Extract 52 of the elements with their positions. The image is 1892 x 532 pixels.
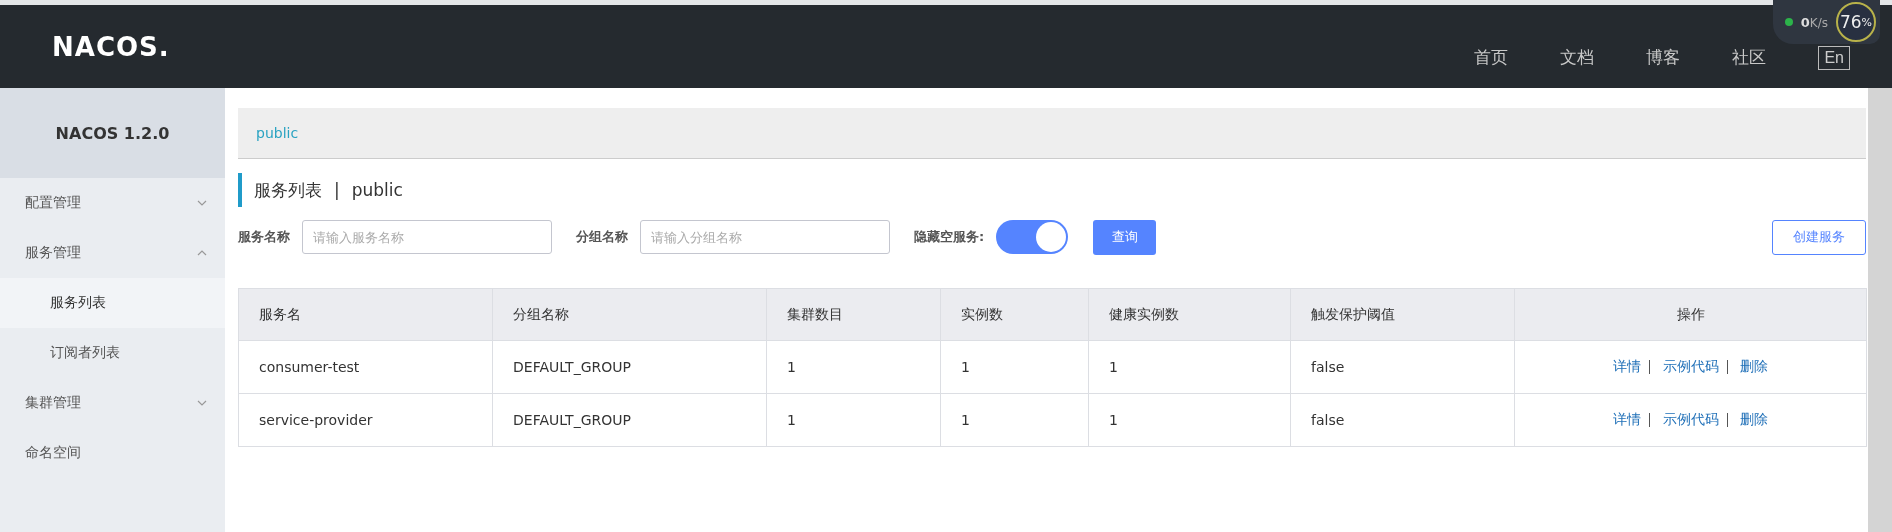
action-link[interactable]: 详情	[1613, 411, 1642, 427]
create-service-button[interactable]: 创建服务	[1772, 219, 1866, 255]
column-header: 分组名称	[492, 288, 767, 341]
gauge-text: 76%	[1836, 2, 1876, 42]
table-cell: 1	[1088, 393, 1291, 447]
sidebar-title: NACOS 1.2.0	[0, 88, 225, 178]
nav-link[interactable]: 文档	[1534, 46, 1621, 69]
column-header: 健康实例数	[1088, 288, 1291, 341]
chevron-down-icon	[197, 400, 207, 406]
table-cell: 1	[940, 340, 1089, 394]
table-cell: service-provider	[238, 393, 493, 447]
table-cell: 1	[766, 340, 941, 394]
nav-link[interactable]: 博客	[1620, 46, 1707, 69]
table-cell: false	[1290, 340, 1515, 394]
action-link[interactable]: 示例代码	[1662, 411, 1719, 427]
column-header: 集群数目	[766, 288, 941, 341]
column-header: 实例数	[940, 288, 1089, 341]
action-link[interactable]: 示例代码	[1662, 358, 1719, 374]
field-label: 分组名称	[576, 228, 628, 246]
table-cell: DEFAULT_GROUP	[492, 393, 767, 447]
group-name-field[interactable]: 请输入分组名称	[640, 220, 890, 254]
table-cell: DEFAULT_GROUP	[492, 340, 767, 394]
service-name-field[interactable]: 请输入服务名称	[302, 220, 552, 254]
sidebar-item[interactable]: 配置管理	[0, 178, 225, 228]
sidebar-item[interactable]: 服务管理	[0, 228, 225, 278]
table-cell: 1	[940, 393, 1089, 447]
sidebar-subitem[interactable]: 订阅者列表	[0, 328, 225, 378]
table-cell: 1	[766, 393, 941, 447]
table-cell: consumer-test	[238, 340, 493, 394]
sidebar-item[interactable]: 命名空间	[0, 428, 225, 478]
query-button[interactable]: 查询	[1093, 219, 1157, 255]
language-button[interactable]: En	[1818, 45, 1850, 70]
switch-label: 隐藏空服务:	[914, 228, 985, 246]
nav-link[interactable]: 首页	[1448, 46, 1535, 69]
column-header: 服务名	[238, 288, 493, 341]
table-cell: false	[1290, 393, 1515, 447]
toggle-switch[interactable]	[996, 220, 1069, 254]
sidebar-item[interactable]: 集群管理	[0, 378, 225, 428]
logo[interactable]: NACOS.	[52, 31, 170, 62]
chevron-down-icon	[197, 200, 207, 206]
action-link[interactable]: 删除	[1739, 411, 1768, 427]
chevron-up-icon	[197, 250, 207, 256]
field-label: 服务名称	[238, 228, 290, 246]
table-cell: 1	[1088, 340, 1291, 394]
scrollbar[interactable]	[1868, 88, 1892, 532]
action-link[interactable]: 删除	[1739, 358, 1768, 374]
nav-link[interactable]: 社区	[1706, 46, 1793, 69]
action-link[interactable]: 详情	[1613, 358, 1642, 374]
column-header: 触发保护阈值	[1290, 288, 1515, 341]
column-header: 操作	[1514, 288, 1867, 341]
speed-text: 0K/s	[1800, 14, 1828, 30]
sidebar-subitem[interactable]: 服务列表	[0, 278, 225, 328]
